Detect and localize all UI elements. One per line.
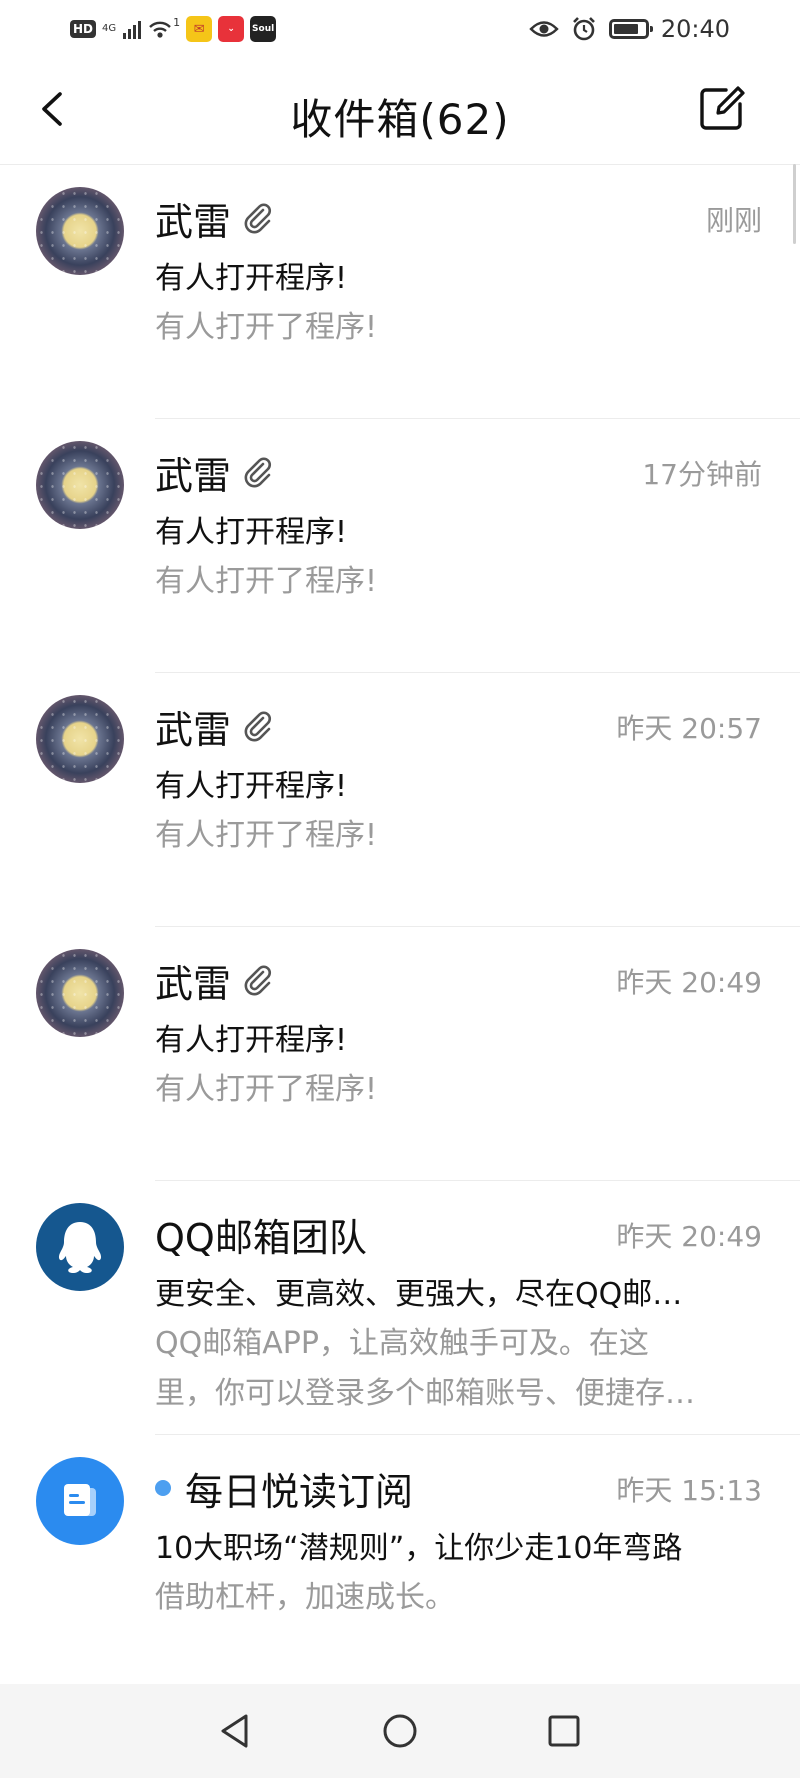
mail-item[interactable]: QQ邮箱团队 昨天 20:49 更安全、更高效、更强大，尽在QQ邮… QQ邮箱A…: [0, 1181, 800, 1435]
mail-time: 昨天 20:57: [616, 712, 762, 745]
mail-time: 昨天 15:13: [616, 1474, 762, 1507]
system-navigation-bar: [0, 1684, 800, 1778]
mail-preview: 有人打开了程序!: [155, 310, 378, 345]
sender-name: 武雷: [155, 707, 232, 752]
preview-line: 里，你可以登录多个邮箱账号、便捷存…: [155, 1376, 695, 1411]
avatar: [36, 441, 124, 529]
mail-list: 武雷 刚刚 有人打开程序! 有人打开了程序! 武雷 17分钟前 有人打开程序! …: [0, 165, 800, 1689]
mail-preview: 有人打开了程序!: [155, 564, 378, 599]
sender-name: 武雷: [155, 961, 232, 1006]
mail-preview: 有人打开了程序!: [155, 818, 378, 853]
mail-time: 17分钟前: [642, 458, 762, 491]
eye-icon: [529, 21, 559, 37]
mail-time: 昨天 20:49: [616, 966, 762, 999]
soul-app-icon: Soul: [250, 16, 277, 42]
status-right: 20:40: [529, 12, 730, 46]
huawei-notification-icon: ⌄: [218, 16, 245, 42]
attachment-icon: [244, 711, 272, 742]
status-bar: HD 4G 1 ✉ ⌄ Soul 20:40: [0, 0, 800, 58]
mail-item[interactable]: 武雷 昨天 20:49 有人打开程序! 有人打开了程序!: [0, 927, 800, 1181]
alarm-icon: [572, 17, 595, 41]
app-header: 收件箱(62): [0, 58, 800, 165]
avatar: [36, 695, 124, 783]
qq-avatar: [36, 1203, 124, 1291]
network-type: 4G: [102, 23, 117, 34]
preview-line: QQ邮箱APP，让高效触手可及。在这: [155, 1326, 649, 1361]
network-indicator: 4G: [102, 24, 116, 34]
clock: 20:40: [660, 15, 730, 43]
attachment-icon: [244, 203, 272, 234]
attachment-icon: [244, 457, 272, 488]
signal-icon: [123, 19, 142, 39]
mail-preview: QQ邮箱APP，让高效触手可及。在这 里，你可以登录多个邮箱账号、便捷存…: [155, 1319, 745, 1419]
mail-time: 刚刚: [705, 204, 762, 237]
nav-recents-icon[interactable]: [541, 1708, 587, 1754]
document-icon: [64, 1484, 96, 1516]
subscription-avatar: [36, 1457, 124, 1545]
mail-item[interactable]: 武雷 17分钟前 有人打开程序! 有人打开了程序!: [0, 419, 800, 673]
mail-subject: 有人打开程序!: [155, 515, 348, 550]
mail-subject: 有人打开程序!: [155, 261, 348, 296]
sender-name: 每日悦读订阅: [185, 1469, 414, 1514]
mail-preview: 有人打开了程序!: [155, 1072, 378, 1107]
sender-row: 每日悦读订阅 昨天 15:13: [155, 1463, 762, 1514]
compose-button[interactable]: [696, 82, 748, 134]
avatar: [36, 949, 124, 1037]
sender-name: 武雷: [155, 453, 232, 498]
sender-name: QQ邮箱团队: [155, 1215, 367, 1260]
sender-row: QQ邮箱团队 昨天 20:49: [155, 1209, 762, 1260]
wifi-icon: [149, 21, 171, 38]
sender-row: 武雷 昨天 20:49: [155, 955, 762, 1006]
mail-time: 昨天 20:49: [616, 1220, 762, 1253]
nav-back-icon[interactable]: [213, 1708, 259, 1754]
mail-item[interactable]: 每日悦读订阅 昨天 15:13 10大职场“潜规则”，让你少走10年弯路 借助杠…: [0, 1435, 800, 1689]
mail-subject: 10大职场“潜规则”，让你少走10年弯路: [155, 1531, 683, 1566]
avatar: [36, 187, 124, 275]
battery-icon: [608, 19, 653, 39]
mail-item[interactable]: 武雷 昨天 20:57 有人打开程序! 有人打开了程序!: [0, 673, 800, 927]
page-title: 收件箱(62): [290, 95, 510, 144]
attachment-icon: [244, 965, 272, 996]
sender-name: 武雷: [155, 199, 232, 244]
mail-item[interactable]: 武雷 刚刚 有人打开程序! 有人打开了程序!: [0, 165, 800, 419]
wifi-badge: 1: [173, 15, 181, 29]
nav-home-icon[interactable]: [377, 1708, 423, 1754]
status-left: HD 4G 1 ✉ ⌄ Soul: [70, 14, 277, 44]
hd-badge: HD: [70, 20, 97, 38]
qq-penguin-icon: [58, 1222, 102, 1274]
sender-row: 武雷 17分钟前: [155, 447, 762, 498]
mail-notification-icon: ✉: [186, 16, 213, 42]
sender-row: 武雷 刚刚: [155, 193, 762, 244]
mail-preview: 借助杠杆，加速成长。: [155, 1580, 455, 1615]
mail-subject: 有人打开程序!: [155, 1023, 348, 1058]
sender-row: 武雷 昨天 20:57: [155, 701, 762, 752]
mail-subject: 更安全、更高效、更强大，尽在QQ邮…: [155, 1277, 683, 1312]
mail-subject: 有人打开程序!: [155, 769, 348, 804]
unread-dot: [155, 1480, 171, 1496]
